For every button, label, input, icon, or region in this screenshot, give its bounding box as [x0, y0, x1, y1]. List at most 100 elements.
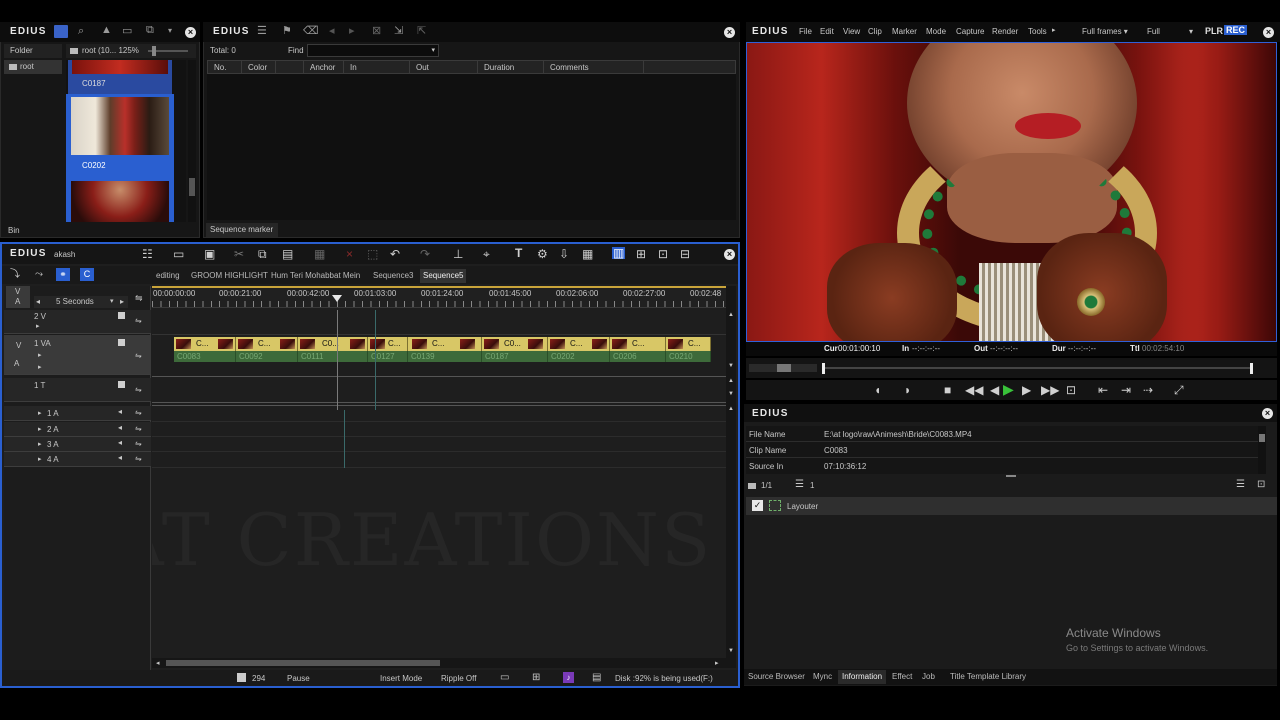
prev-marker-icon[interactable]: ◂ [329, 24, 335, 37]
track-sync-icon[interactable]: ⇋ [135, 316, 142, 325]
hscroll-thumb[interactable] [166, 660, 440, 666]
tab-sequence5[interactable]: Sequence5 [420, 269, 467, 283]
video-preview[interactable] [746, 42, 1277, 342]
track-expand-icon[interactable]: ▸ [38, 351, 42, 359]
track-expand-icon[interactable]: ▸ [38, 425, 42, 433]
insert-mode[interactable]: Insert Mode [380, 674, 422, 683]
overwrite-icon[interactable]: ⤢ [1174, 384, 1184, 396]
undo-icon[interactable]: ↶ [390, 248, 400, 260]
track-expand-icon[interactable]: ▸ [36, 322, 40, 330]
track-audio-3[interactable]: ▸ 3 A ◂ ⇋ [4, 437, 151, 452]
sync-lock-icon[interactable]: ⤳ [35, 269, 43, 281]
render-status-icon[interactable]: ⊞ [532, 672, 540, 683]
scroll-left-icon[interactable]: ◂ [156, 659, 160, 667]
monitor-icon[interactable]: ▭ [500, 672, 509, 683]
copy-icon[interactable]: ✂ [234, 248, 244, 260]
group-mode-icon[interactable]: C [80, 268, 94, 281]
scale-next-icon[interactable]: ▸ [120, 297, 124, 306]
track-sync-icon[interactable]: ⇋ [135, 408, 142, 417]
close-icon[interactable]: × [724, 249, 735, 260]
next-edit-icon[interactable]: ⇥ [1121, 384, 1131, 396]
scale-dropdown[interactable]: ◂ 5 Seconds ▾ ▸ [34, 296, 128, 308]
ruler-toggle-icon[interactable]: ⇋ [135, 293, 143, 304]
track-sync-icon[interactable]: ⇋ [135, 351, 142, 360]
tab-information[interactable]: Information [838, 670, 887, 684]
track-mute-icon[interactable] [118, 339, 125, 346]
menu-file[interactable]: File [799, 27, 812, 36]
render-icon[interactable]: ▦ [582, 248, 593, 260]
frames-dropdown[interactable]: Full frames ▾ [1082, 27, 1128, 36]
folder-tree-root[interactable]: root [4, 60, 62, 74]
track-expand-icon[interactable]: ▸ [38, 455, 42, 463]
new-sequence-icon[interactable]: ☷ [142, 248, 153, 260]
zoom-slider-handle[interactable] [152, 46, 156, 56]
rec-toggle[interactable]: REC [1224, 25, 1248, 35]
layouter-row[interactable]: ✓ Layouter [746, 497, 1277, 515]
scroll-down-icon[interactable]: ▼ [728, 363, 734, 369]
close-icon[interactable]: × [724, 27, 735, 38]
plr-toggle[interactable]: PLR [1205, 26, 1223, 36]
info-scrollbar[interactable] [1258, 426, 1266, 474]
razor-icon[interactable]: ⌖ [483, 248, 490, 260]
menu-clip[interactable]: Clip [868, 27, 882, 36]
speaker-icon[interactable]: ◂ [118, 423, 122, 432]
tab-groom-highlight[interactable]: GROOM HIGHLIGHT [191, 269, 268, 283]
group-icon[interactable]: ⊡ [658, 248, 668, 260]
close-icon[interactable]: × [1262, 408, 1273, 419]
position-slider[interactable] [746, 358, 1277, 378]
loop-icon[interactable]: ⊡ [1066, 384, 1076, 396]
position-track[interactable] [823, 367, 1251, 369]
menu-mode[interactable]: Mode [926, 27, 946, 36]
tab-sequence3[interactable]: Sequence3 [373, 269, 413, 283]
sync-icon[interactable]: ⊞ [636, 248, 646, 260]
track-2v[interactable]: 2 V ▸ ⇋ [4, 310, 151, 334]
snap-icon[interactable]: ▥ [612, 247, 626, 259]
track-sync-icon[interactable]: ⇋ [135, 385, 142, 394]
track-sync-icon[interactable]: ⇋ [135, 454, 142, 463]
tab-job[interactable]: Job [922, 670, 935, 684]
folder-view-icon[interactable] [54, 25, 68, 38]
tab-title-template[interactable]: Title Template Library [950, 670, 1026, 684]
menu-capture[interactable]: Capture [956, 27, 984, 36]
new-item-icon[interactable]: ⧉ [146, 24, 154, 37]
tab-source-browser[interactable]: Source Browser [748, 670, 805, 684]
audio-status-icon[interactable]: ♪ [563, 672, 574, 683]
insert-icon[interactable]: ⇢ [1143, 384, 1153, 396]
paste-icon[interactable]: ▤ [282, 248, 293, 260]
layer-list-icon[interactable]: ☰ [795, 479, 804, 490]
marker-icon[interactable]: ⚑ [282, 24, 292, 37]
effect-icon[interactable]: ⚙ [537, 248, 548, 260]
open-folder-icon[interactable]: ▭ [122, 24, 132, 37]
list-view-icon[interactable]: ☰ [1236, 479, 1245, 490]
playhead-line[interactable] [337, 310, 338, 410]
import-icon[interactable]: ⇲ [394, 24, 403, 37]
track-audio-2[interactable]: ▸ 2 A ◂ ⇋ [4, 422, 151, 437]
menu-render[interactable]: Render [992, 27, 1018, 36]
timeline-vscroll[interactable]: ▲ ▼ ▲ ▼ ▲ ▼ [726, 286, 736, 668]
menu-view[interactable]: View [843, 27, 860, 36]
track-expand-icon[interactable]: ▸ [38, 363, 42, 371]
info-scroll-thumb[interactable] [1259, 434, 1265, 442]
tab-effect[interactable]: Effect [892, 670, 912, 684]
position-end-handle[interactable] [1250, 363, 1253, 374]
scroll-down-icon[interactable]: ▼ [728, 648, 734, 654]
timeline-hscroll[interactable]: ◂ ▸ [152, 658, 726, 668]
search-icon[interactable]: ⌕ [78, 25, 84, 38]
open-project-icon[interactable]: ▭ [173, 248, 184, 260]
ripple-mode[interactable]: Ripple Off [441, 674, 476, 683]
trash-icon[interactable]: ⊡ [1257, 479, 1265, 490]
tab-mync[interactable]: Mync [813, 670, 832, 684]
position-start-handle[interactable] [822, 363, 825, 374]
delete-icon[interactable]: ⊠ [372, 24, 381, 37]
track-1va[interactable]: V A 1 VA ▸ ▸ ⇋ [4, 335, 151, 375]
export-icon[interactable]: ⇩ [559, 248, 569, 260]
col-duration[interactable]: Duration [478, 61, 544, 75]
va-channel-toggle[interactable]: V A [6, 286, 30, 308]
scroll-up-icon[interactable]: ▲ [728, 378, 734, 384]
bin-scroll-thumb[interactable] [189, 178, 195, 196]
dropdown-icon[interactable]: ▾ [168, 26, 172, 35]
replace-icon[interactable]: ▦ [314, 248, 325, 260]
track-mute-icon[interactable] [118, 312, 125, 319]
scroll-up-icon[interactable]: ▲ [728, 312, 734, 318]
menu-tools[interactable]: Tools [1028, 27, 1047, 36]
